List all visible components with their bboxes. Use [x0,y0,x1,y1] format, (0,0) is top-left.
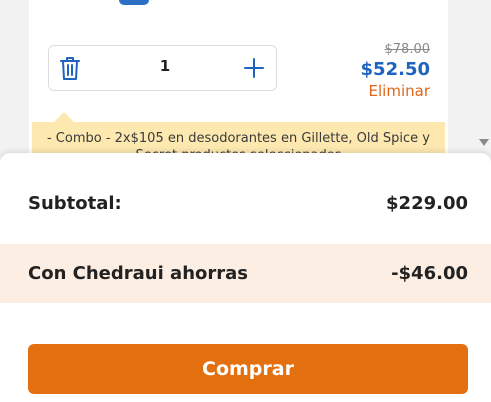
quantity-stepper: 1 [48,45,277,91]
trash-icon [60,57,80,80]
cart-items-area: 1 $78.00 $52.50 Eliminar - Combo - 2x$10… [0,0,491,160]
order-summary-sheet: Subtotal: $229.00 Con Chedraui ahorras -… [0,153,491,402]
subtotal-label: Subtotal: [28,192,122,214]
product-image [119,0,149,5]
promo-pointer [54,112,74,122]
quantity-value: 1 [159,57,171,75]
delete-item-button[interactable] [57,54,83,82]
buy-button[interactable]: Comprar [28,344,468,394]
subtotal-value: $229.00 [386,192,468,214]
cart-item-card: 1 $78.00 $52.50 Eliminar - Combo - 2x$10… [29,0,448,160]
remove-item-link[interactable]: Eliminar [361,82,430,100]
savings-value: -$46.00 [391,263,468,284]
savings-row: Con Chedraui ahorras -$46.00 [0,244,491,303]
original-price: $78.00 [384,42,431,57]
plus-icon [244,58,264,78]
price-block: $78.00 $52.50 Eliminar [361,42,430,100]
increase-quantity-button[interactable] [241,55,267,81]
current-price: $52.50 [360,59,430,80]
subtotal-row: Subtotal: $229.00 [0,183,491,223]
scroll-down-arrow[interactable] [479,139,489,146]
savings-label: Con Chedraui ahorras [28,263,248,284]
